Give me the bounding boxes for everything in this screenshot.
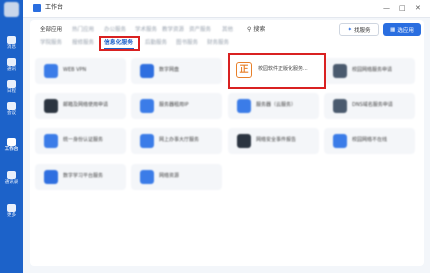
- app-card-label: 服务器租用IP: [159, 102, 189, 108]
- tab-row1-item[interactable]: 办公服务: [104, 27, 126, 34]
- highlighted-card-box: [228, 53, 326, 89]
- sidebar-item[interactable]: 日程: [0, 76, 23, 98]
- contacts-icon: [7, 58, 16, 66]
- tab-row2-item[interactable]: 财务服务: [207, 40, 229, 47]
- app-card-label: 网上办事大厅服务: [159, 137, 200, 143]
- find-service-icon: ✦: [347, 26, 353, 33]
- app-card[interactable]: DNS域名服务申请: [324, 93, 415, 119]
- tab-row2-item[interactable]: 图书服务: [176, 40, 198, 47]
- workbench-icon: [7, 138, 16, 146]
- maximize-button[interactable]: □: [399, 4, 406, 12]
- app-icon: [44, 170, 58, 184]
- sidebar-item[interactable]: 更多: [0, 200, 23, 222]
- pick-app-label: 选应用: [397, 27, 414, 34]
- tab-row1-item[interactable]: 热门应用: [72, 27, 94, 34]
- app-card[interactable]: 网上办事大厅服务: [131, 128, 222, 154]
- app-icon: [140, 99, 154, 113]
- window-title: 工作台: [45, 4, 64, 11]
- app-card-label: 校园网络服务申请: [352, 67, 393, 73]
- tab-row1-item[interactable]: 其他: [222, 27, 233, 34]
- app-icon: [140, 134, 154, 148]
- app-card-label: 网络资源: [159, 173, 180, 179]
- sidebar-item[interactable]: 通讯: [0, 54, 23, 76]
- app-card-label: 校园网络不在线: [352, 137, 388, 143]
- sidebar-item-label: 通讯录: [4, 180, 19, 185]
- tab-row2-item[interactable]: 后勤服务: [145, 40, 167, 47]
- app-icon: [44, 99, 58, 113]
- app-card-label: WEB VPN: [63, 67, 87, 73]
- sidebar-item-label: 日程: [7, 89, 16, 94]
- tab-row2-item[interactable]: 学院服务: [40, 40, 62, 47]
- sidebar-item-label: 会议: [7, 111, 16, 116]
- app-card-label: 网络安全事件报告: [256, 137, 297, 143]
- app-card-label: DNS域名服务申请: [352, 102, 393, 108]
- app-icon: [333, 99, 347, 113]
- sidebar-item-label: 通讯: [7, 67, 16, 72]
- app-card[interactable]: 校园网络不在线: [324, 128, 415, 154]
- app-card[interactable]: 网络安全事件报告: [228, 128, 319, 154]
- sidebar-item-label: 更多: [7, 213, 16, 218]
- app-card[interactable]: 服务器（云服务）: [228, 93, 319, 119]
- app-card-label: 邮箱及网络使用申请: [63, 102, 109, 108]
- search-label: 搜索: [253, 26, 266, 33]
- sidebar-item[interactable]: 会议: [0, 98, 23, 120]
- title-bar: [23, 0, 430, 18]
- find-service-button[interactable]: ✦ 找服务: [339, 23, 379, 36]
- app-card-label: 数字学习平台服务: [63, 173, 104, 179]
- app-icon: [237, 99, 251, 113]
- sidebar-item-label: 消息: [7, 45, 16, 50]
- app-icon: [333, 64, 347, 78]
- app-logo-icon: [33, 4, 41, 12]
- app-icon: [237, 134, 251, 148]
- app-card-label: 统一身份认证服务: [63, 137, 104, 143]
- tab-row1-item[interactable]: 全部应用: [40, 27, 62, 34]
- app-card[interactable]: 服务器租用IP: [131, 93, 222, 119]
- search-icon: ⚲: [247, 26, 252, 33]
- address-book-icon: [7, 171, 16, 179]
- app-card[interactable]: WEB VPN: [35, 58, 126, 84]
- sidebar: 消息通讯日程会议工作台通讯录更多: [0, 0, 23, 273]
- app-card-label: 服务器（云服务）: [256, 102, 297, 108]
- pick-app-button[interactable]: ▦ 选应用: [383, 23, 421, 36]
- app-icon: [140, 64, 154, 78]
- more-icon: [7, 204, 16, 212]
- find-service-label: 找服务: [354, 27, 371, 34]
- sidebar-item[interactable]: 通讯录: [0, 167, 23, 189]
- calendar-icon: [7, 80, 16, 88]
- search-control[interactable]: ⚲ 搜索: [247, 26, 265, 34]
- sidebar-item-label: 工作台: [4, 147, 19, 152]
- tab-row1-item[interactable]: 学术服务: [135, 27, 157, 34]
- tab-row2-item[interactable]: 报修服务: [72, 40, 94, 47]
- tab-row1-item[interactable]: 教学资源: [162, 27, 184, 34]
- message-icon: [7, 36, 16, 44]
- pick-app-icon: ▦: [390, 26, 396, 33]
- app-card[interactable]: 数字网盘: [131, 58, 222, 84]
- active-tab-highlight-box: [99, 36, 140, 51]
- sidebar-item[interactable]: 工作台: [0, 134, 23, 156]
- close-button[interactable]: ✕: [415, 4, 421, 12]
- app-icon: [44, 64, 58, 78]
- app-icon: [44, 134, 58, 148]
- app-icon: [333, 134, 347, 148]
- app-card-label: 数字网盘: [159, 67, 180, 73]
- avatar[interactable]: [4, 2, 19, 17]
- minimize-button[interactable]: —: [383, 4, 390, 12]
- app-card[interactable]: 校园网络服务申请: [324, 58, 415, 84]
- app-card[interactable]: 数字学习平台服务: [35, 164, 126, 190]
- meeting-icon: [7, 102, 16, 110]
- app-card[interactable]: 网络资源: [131, 164, 222, 190]
- tab-row1-item[interactable]: 资产服务: [189, 27, 211, 34]
- sidebar-item[interactable]: 消息: [0, 32, 23, 54]
- app-icon: [140, 170, 154, 184]
- app-card[interactable]: 统一身份认证服务: [35, 128, 126, 154]
- app-card[interactable]: 邮箱及网络使用申请: [35, 93, 126, 119]
